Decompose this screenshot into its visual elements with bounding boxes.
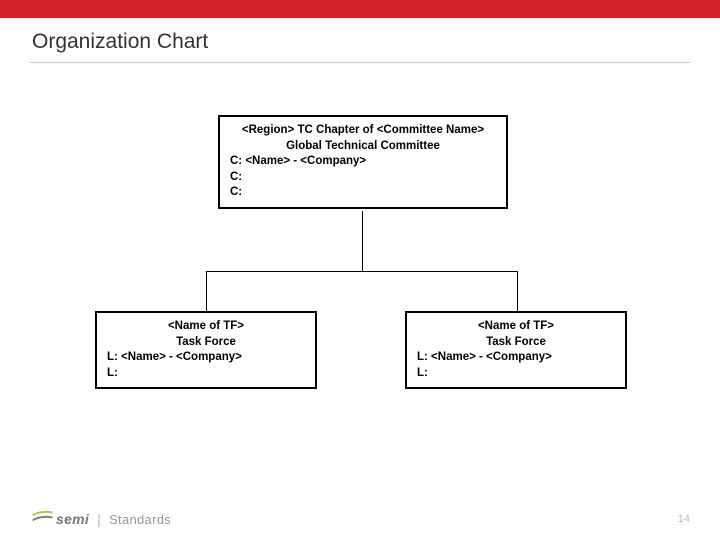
page-number: 14 <box>678 513 690 525</box>
semi-swoosh-icon <box>30 512 52 526</box>
child-subtitle: Task Force <box>417 335 615 351</box>
brand-divider: | <box>93 511 105 527</box>
root-title-line1: <Region> TC Chapter of <Committee Name> <box>230 123 496 139</box>
page-title: Organization Chart <box>0 18 720 62</box>
connector <box>517 271 518 311</box>
root-chair-3: C: <box>230 185 496 201</box>
org-node-root: <Region> TC Chapter of <Committee Name> … <box>218 115 508 209</box>
child-leader-1: L: <Name> - <Company> <box>107 350 305 366</box>
child-leader-1: L: <Name> - <Company> <box>417 350 615 366</box>
org-node-child: <Name of TF> Task Force L: <Name> - <Com… <box>405 311 627 389</box>
brand-semi: semi <box>56 511 89 527</box>
connector <box>362 211 363 271</box>
accent-bar <box>0 0 720 18</box>
connector <box>206 271 518 272</box>
child-leader-2: L: <box>107 366 305 382</box>
brand-standards: Standards <box>109 512 171 527</box>
child-leader-2: L: <box>417 366 615 382</box>
root-title-line2: Global Technical Committee <box>230 139 496 155</box>
brand-logo: semi | Standards <box>30 511 171 527</box>
org-chart: <Region> TC Chapter of <Committee Name> … <box>0 63 720 483</box>
child-title: <Name of TF> <box>107 319 305 335</box>
footer: semi | Standards 14 <box>0 504 720 534</box>
root-chair-2: C: <box>230 170 496 186</box>
org-node-child: <Name of TF> Task Force L: <Name> - <Com… <box>95 311 317 389</box>
root-chair-1: C: <Name> - <Company> <box>230 154 496 170</box>
child-subtitle: Task Force <box>107 335 305 351</box>
child-title: <Name of TF> <box>417 319 615 335</box>
connector <box>206 271 207 311</box>
